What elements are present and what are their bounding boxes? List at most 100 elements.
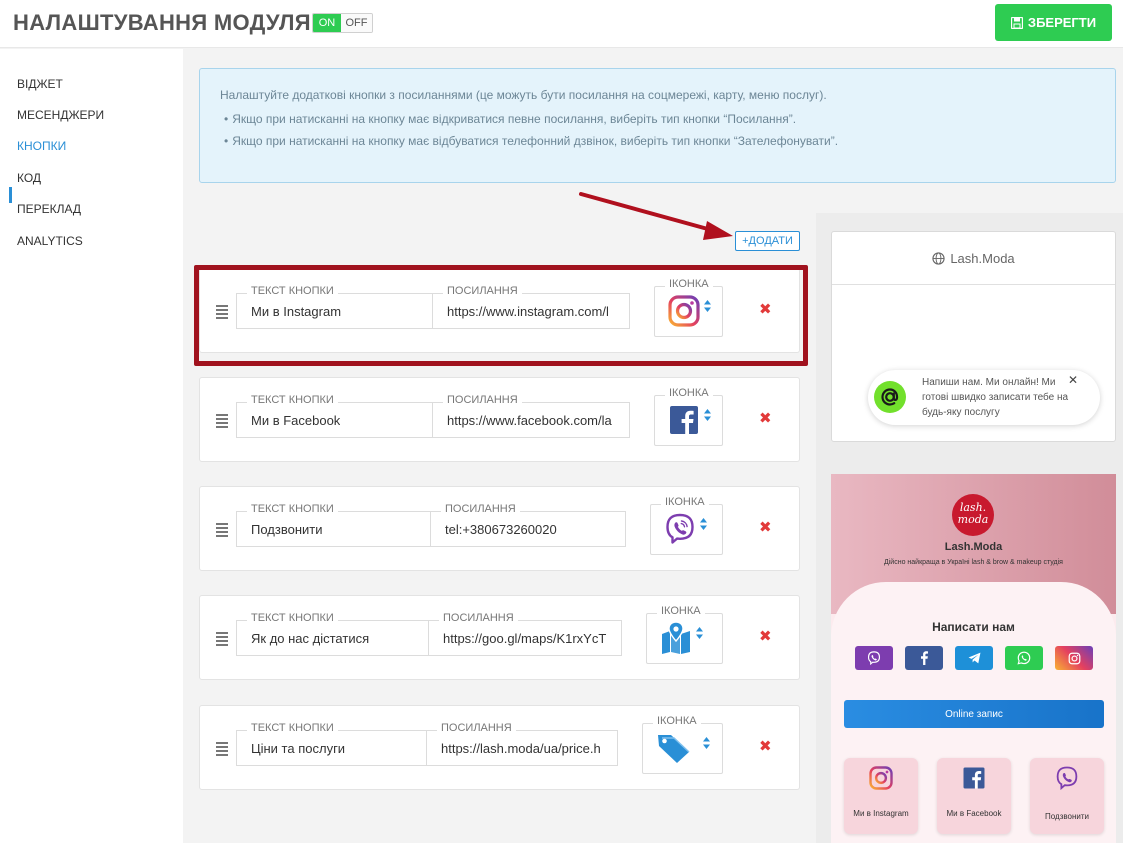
link-label: ПОСИЛАННЯ (443, 394, 522, 406)
link-field[interactable]: ПОСИЛАННЯ tel:+380673260020 (430, 503, 626, 547)
top-header: НАЛАШТУВАННЯ МОДУЛЯ ON OFF ЗБЕРЕГТИ (0, 0, 1123, 48)
facebook-button[interactable] (905, 646, 943, 670)
button-row-5: ТЕКСТ КНОПКИ Ціни та послуги ПОСИЛАННЯ h… (199, 705, 800, 790)
save-label: ЗБЕРЕГТИ (1027, 15, 1097, 30)
tile-instagram[interactable]: Ми в Instagram (844, 758, 918, 834)
text-value: Як до нас дістатися (251, 631, 370, 646)
link-value: https://goo.gl/maps/K1rxYcT (443, 631, 607, 646)
updown-icon (704, 409, 711, 421)
icon-label: ІКОНКА (657, 605, 705, 617)
sidebar-item-buttons[interactable]: КНОПКИ (17, 139, 66, 153)
button-row-2: ТЕКСТ КНОПКИ Ми в Facebook ПОСИЛАННЯ htt… (199, 377, 800, 462)
preview-site-name: Lash.Moda (950, 250, 1015, 266)
sidebar-item-analytics[interactable]: ANALYTICS (17, 234, 83, 248)
add-button[interactable]: +ДОДАТИ (735, 231, 800, 251)
drag-handle-icon[interactable] (216, 632, 228, 648)
sidebar-item-messengers[interactable]: МЕСЕНДЖЕРИ (17, 108, 104, 122)
updown-icon (703, 737, 710, 749)
link-field[interactable]: ПОСИЛАННЯ https://lash.moda/ua/price.h (426, 722, 618, 766)
preview-header: Lash.Moda (832, 232, 1115, 285)
text-field[interactable]: ТЕКСТ КНОПКИ Ми в Facebook (236, 394, 433, 438)
button-row-4: ТЕКСТ КНОПКИ Як до нас дістатися ПОСИЛАН… (199, 595, 800, 680)
text-value: Ми в Facebook (251, 413, 341, 428)
text-value: Подзвонити (251, 522, 323, 537)
close-icon[interactable]: ✕ (1068, 373, 1078, 387)
delete-icon[interactable]: ✖ (759, 737, 772, 755)
chat-bubble[interactable]: Напиши нам. Ми онлайн! Ми готові швидко … (868, 370, 1100, 425)
text-value: Ціни та послуги (251, 741, 346, 756)
drag-handle-icon[interactable] (216, 742, 228, 758)
button-row-3: ТЕКСТ КНОПКИ Подзвонити ПОСИЛАННЯ tel:+3… (199, 486, 800, 571)
tile-call[interactable]: Подзвонити (1030, 758, 1104, 834)
brand-logo: lash. moda (952, 494, 994, 536)
drag-handle-icon[interactable] (216, 523, 228, 539)
tile-label: Подзвонити (1045, 812, 1089, 821)
text-field[interactable]: ТЕКСТ КНОПКИ Подзвонити (236, 503, 431, 547)
text-field[interactable]: ТЕКСТ КНОПКИ Як до нас дістатися (236, 612, 429, 656)
viber-icon (867, 651, 881, 665)
widget-preview: Lash.Moda Напиши нам. Ми онлайн! Ми гото… (831, 231, 1116, 442)
active-marker (9, 187, 12, 203)
info-lead: Налаштуйте додаткові кнопки з посиланням… (220, 88, 827, 102)
delete-icon[interactable]: ✖ (759, 518, 772, 536)
updown-icon (696, 627, 703, 639)
text-label: ТЕКСТ КНОПКИ (247, 394, 338, 406)
floppy-icon (1010, 16, 1023, 29)
toggle-off[interactable]: OFF (341, 14, 372, 32)
link-field[interactable]: ПОСИЛАННЯ https://goo.gl/maps/K1rxYcT (428, 612, 622, 656)
link-value: https://lash.moda/ua/price.h (441, 741, 601, 756)
drag-handle-icon[interactable] (216, 414, 228, 430)
icon-select[interactable]: ІКОНКА (646, 605, 723, 664)
facebook-icon (670, 406, 698, 434)
link-field[interactable]: ПОСИЛАННЯ https://www.facebook.com/la (432, 394, 630, 438)
link-label: ПОСИЛАННЯ (437, 722, 516, 734)
icon-label: ІКОНКА (665, 387, 713, 399)
link-value: https://www.facebook.com/la (447, 413, 612, 428)
at-icon (874, 381, 906, 413)
facebook-icon (963, 767, 985, 789)
text-field[interactable]: ТЕКСТ КНОПКИ Ціни та послуги (236, 722, 427, 766)
globe-icon (932, 251, 945, 265)
online-booking-button[interactable]: Online запис (844, 700, 1104, 728)
brand-name: Lash.Moda (944, 541, 1003, 553)
save-button[interactable]: ЗБЕРЕГТИ (995, 4, 1112, 41)
toggle-on[interactable]: ON (313, 14, 341, 32)
info-box: Налаштуйте додаткові кнопки з посиланням… (199, 68, 1116, 183)
facebook-icon (920, 651, 928, 665)
link-label: ПОСИЛАННЯ (439, 612, 518, 624)
text-label: ТЕКСТ КНОПКИ (247, 503, 338, 515)
bubble-text: Напиши нам. Ми онлайн! Ми готові швидко … (922, 377, 1069, 418)
text-label: ТЕКСТ КНОПКИ (247, 722, 338, 734)
instagram-button[interactable] (1055, 646, 1093, 670)
link-value: tel:+380673260020 (445, 522, 557, 537)
viber-icon (666, 513, 694, 544)
annotation-arrow (579, 192, 733, 240)
whatsapp-icon (1017, 651, 1031, 665)
module-toggle[interactable]: ON OFF (312, 13, 373, 33)
delete-icon[interactable]: ✖ (759, 409, 772, 427)
page-preview: lash. moda Lash.Moda Дійсно найкраща в Ук… (831, 474, 1116, 843)
telegram-icon (968, 652, 980, 664)
sidebar-item-translation[interactable]: ПЕРЕКЛАД (17, 202, 81, 216)
viber-button[interactable] (855, 646, 893, 670)
write-us-heading: Написати нам (932, 620, 1015, 634)
tag-icon (658, 735, 690, 763)
delete-icon[interactable]: ✖ (759, 627, 772, 645)
tile-label: Ми в Facebook (946, 809, 1002, 818)
sidebar-item-code[interactable]: КОД (17, 171, 41, 185)
sidebar-item-widget[interactable]: ВІДЖЕТ (17, 77, 63, 91)
text-label: ТЕКСТ КНОПКИ (247, 612, 338, 624)
whatsapp-button[interactable] (1005, 646, 1043, 670)
link-label: ПОСИЛАННЯ (441, 503, 520, 515)
viber-icon (1056, 766, 1078, 790)
highlight-frame (194, 265, 808, 366)
tile-facebook[interactable]: Ми в Facebook (937, 758, 1011, 834)
instagram-icon (1068, 652, 1080, 664)
icon-label: ІКОНКА (661, 496, 709, 508)
icon-select[interactable]: ІКОНКА (642, 715, 723, 774)
updown-icon (700, 518, 707, 530)
telegram-button[interactable] (955, 646, 993, 670)
map-icon (662, 622, 690, 654)
icon-select[interactable]: ІКОНКА (654, 387, 723, 446)
icon-select[interactable]: ІКОНКА (650, 496, 723, 555)
